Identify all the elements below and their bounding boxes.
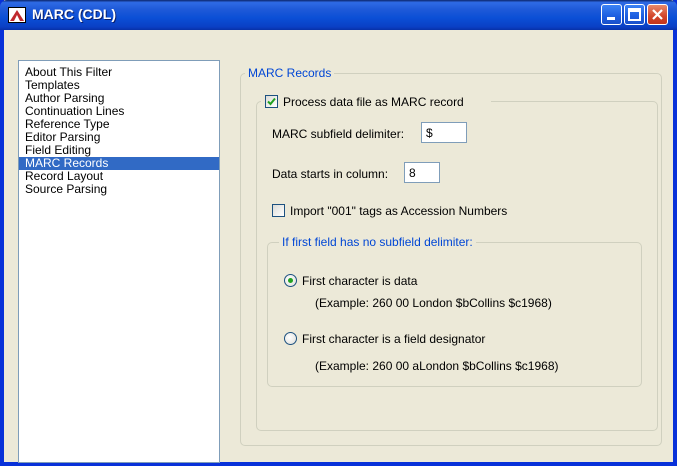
data-column-label: Data starts in column: — [272, 167, 389, 181]
settings-category-list[interactable]: About This Filter Templates Author Parsi… — [18, 60, 220, 463]
maximize-button[interactable] — [624, 4, 645, 25]
import-001-label[interactable]: Import "001" tags as Accession Numbers — [290, 204, 507, 218]
radio-selected-dot — [288, 278, 293, 283]
process-marc-label[interactable]: Process data file as MARC record — [283, 95, 464, 109]
import-001-checkbox[interactable] — [272, 204, 285, 217]
first-char-designator-label[interactable]: First character is a field designator — [302, 332, 485, 346]
marc-records-group-title: MARC Records — [245, 66, 335, 80]
first-char-data-example: (Example: 260 00 London $bCollins $c1968… — [315, 296, 552, 310]
minimize-button[interactable] — [601, 4, 622, 25]
app-icon — [8, 7, 26, 23]
close-button[interactable] — [647, 4, 668, 25]
first-char-data-radio[interactable] — [284, 274, 297, 287]
first-char-designator-radio[interactable] — [284, 332, 297, 345]
first-char-designator-example: (Example: 260 00 aLondon $bCollins $c196… — [315, 359, 559, 373]
subfield-delimiter-input[interactable] — [421, 122, 467, 143]
title-bar[interactable]: MARC (CDL) — [0, 0, 677, 30]
subfield-delimiter-label: MARC subfield delimiter: — [272, 127, 405, 141]
window-title: MARC (CDL) — [32, 6, 116, 22]
list-item-source-parsing[interactable]: Source Parsing — [19, 183, 219, 196]
no-delimiter-group-title: If first field has no subfield delimiter… — [279, 235, 476, 249]
data-column-input[interactable] — [404, 162, 440, 183]
first-char-data-label[interactable]: First character is data — [302, 274, 417, 288]
process-marc-checkbox[interactable] — [265, 95, 278, 108]
